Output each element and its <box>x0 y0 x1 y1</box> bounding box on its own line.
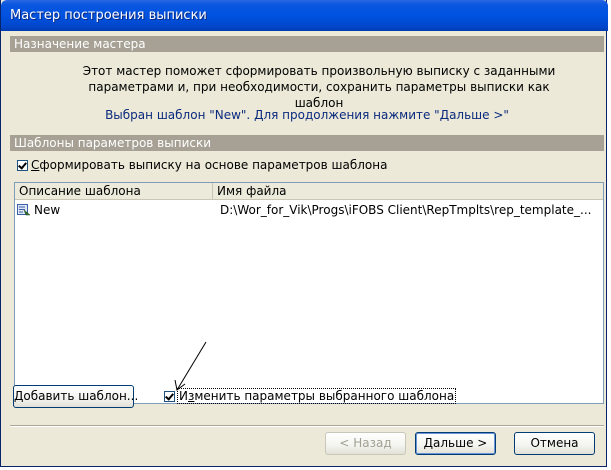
title-bar[interactable]: Мастер построения выписки <box>1 0 608 31</box>
button-separator <box>10 425 604 427</box>
row-description: New <box>34 203 61 217</box>
use-template-checkbox-label: Сформировать выписку на основе параметро… <box>31 158 388 172</box>
window-title: Мастер построения выписки <box>10 8 207 23</box>
use-template-checkbox-box[interactable] <box>17 159 28 171</box>
intro-line-2: параметрами и, при необходимости, сохран… <box>88 80 550 110</box>
intro-line-1: Этот мастер поможет сформировать произво… <box>82 64 556 78</box>
add-template-button[interactable]: Добавить шаблон... <box>13 385 138 408</box>
use-template-checkbox[interactable]: Сформировать выписку на основе параметро… <box>17 158 387 172</box>
annotation-arrow <box>174 341 207 391</box>
back-button[interactable]: < Назад <box>325 432 406 455</box>
wizard-window: Мастер построения выписки Назначение мас… <box>0 0 608 467</box>
template-icon <box>17 204 31 216</box>
column-header-description[interactable]: Описание шаблона <box>15 183 213 199</box>
cancel-button[interactable]: Отмена <box>514 432 595 455</box>
selected-template-message: Выбран шаблон "New". Для продолжения наж… <box>105 108 509 122</box>
template-list-header: Описание шаблона Имя файла <box>15 183 603 200</box>
template-list[interactable]: Описание шаблона Имя файла New D:\Wor_fo… <box>14 182 604 404</box>
wizard-body: Назначение мастера Этот мастер поможет с… <box>4 31 604 463</box>
column-header-filename[interactable]: Имя файла <box>213 183 603 199</box>
table-row[interactable]: New D:\Wor_for_Vik\Progs\iFOBS Client\Re… <box>15 202 603 219</box>
purpose-section-header: Назначение мастера <box>10 36 604 52</box>
next-button[interactable]: Дальше > <box>415 432 496 455</box>
templates-section-header: Шаблоны параметров выписки <box>10 135 604 151</box>
row-file: D:\Wor_for_Vik\Progs\iFOBS Client\RepTmp… <box>220 203 592 217</box>
intro-text: Этот мастер поможет сформировать произво… <box>64 63 574 111</box>
